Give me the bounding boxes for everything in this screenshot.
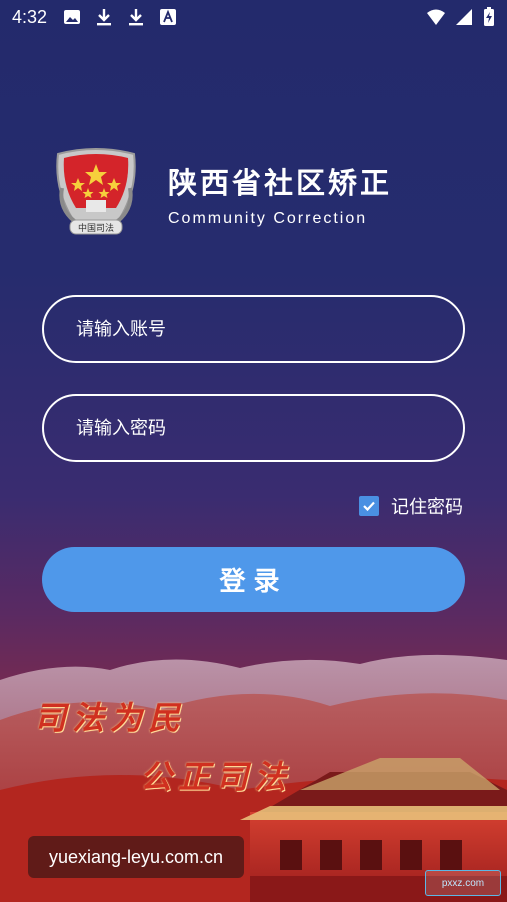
image-icon xyxy=(64,10,81,24)
check-icon xyxy=(363,501,375,512)
remember-password[interactable]: 记住密码 xyxy=(359,493,463,519)
slogan-justice-for-people: 司法为民 xyxy=(34,699,187,737)
login-button[interactable]: 登录 xyxy=(42,547,465,612)
status-bar: 4:32 xyxy=(0,0,507,34)
battery-icon xyxy=(484,7,494,26)
app-title: 陕西省社区矫正 xyxy=(168,166,393,200)
download-icon xyxy=(129,9,144,26)
status-time: 4:32 xyxy=(12,6,48,27)
status-right-icons xyxy=(427,7,495,27)
corner-watermark: pxxz.com xyxy=(425,870,501,896)
account-field[interactable] xyxy=(42,295,465,363)
password-field[interactable] xyxy=(42,394,465,462)
account-input[interactable] xyxy=(76,318,463,340)
site-watermark: yuexiang-leyu.com.cn xyxy=(28,836,244,878)
remember-checkbox[interactable] xyxy=(359,496,379,516)
brand-text: 陕西省社区矫正 Community Correction xyxy=(168,160,392,228)
justice-emblem-logo: 中国司法 xyxy=(56,148,136,235)
brand-header: 中国司法 陕西省社区矫正 Community Correction xyxy=(44,148,392,240)
app-subtitle: Community Correction xyxy=(168,210,368,227)
status-left-icons xyxy=(63,8,177,26)
download-icon xyxy=(97,9,112,26)
password-input[interactable] xyxy=(76,417,463,439)
emblem-text: 中国司法 xyxy=(78,222,114,234)
remember-label: 记住密码 xyxy=(391,497,463,518)
signal-icon xyxy=(456,9,472,25)
wifi-icon xyxy=(427,9,445,25)
text-a-icon xyxy=(160,9,177,25)
slogan-fair-justice: 公正司法 xyxy=(140,758,293,796)
